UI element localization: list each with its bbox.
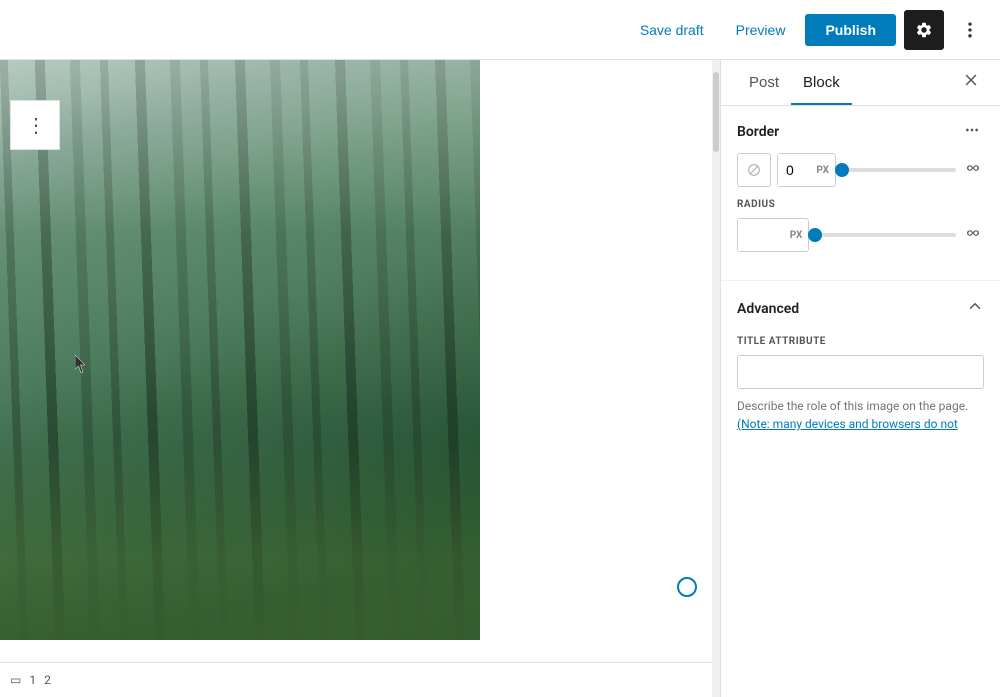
save-draft-button[interactable]: Save draft	[628, 16, 716, 44]
sidebar-tabs: Post Block	[721, 60, 1000, 106]
forest-image	[0, 60, 480, 640]
sidebar-scroll-thumb[interactable]	[713, 72, 719, 152]
border-slider-track[interactable]	[842, 168, 956, 172]
bottom-bar-num2: 2	[44, 673, 51, 687]
border-value-input-wrap[interactable]: 0 PX	[777, 153, 836, 187]
tab-block[interactable]: Block	[791, 60, 852, 105]
editor-bottom-bar: ▭ 1 2	[0, 662, 712, 697]
title-attribute-label: TITLE ATTRIBUTE	[737, 336, 984, 347]
border-unit-label: PX	[810, 165, 835, 176]
radius-link-button[interactable]	[962, 222, 984, 249]
bottom-bar-icon: ▭	[10, 673, 21, 687]
border-style-button[interactable]	[737, 153, 771, 187]
gear-icon	[915, 21, 933, 39]
image-resize-handle[interactable]	[677, 577, 697, 597]
border-slider[interactable]	[842, 168, 956, 172]
title-attribute-input[interactable]	[737, 355, 984, 389]
radius-row: PX	[737, 218, 984, 252]
sidebar-close-button[interactable]	[958, 67, 984, 98]
border-section-title: Border	[737, 124, 779, 140]
advanced-collapse-button[interactable]	[966, 297, 984, 320]
help-link[interactable]: (Note: many devices and browsers do not	[737, 417, 958, 431]
border-more-button[interactable]	[960, 122, 984, 141]
radius-unit-label: PX	[784, 230, 809, 241]
border-section: Border 0 PX	[721, 106, 1000, 281]
toolbar: Save draft Preview Publish	[0, 0, 1000, 60]
sidebar-scrollbar[interactable]	[712, 60, 720, 697]
advanced-section-header: Advanced	[737, 297, 984, 320]
bottom-bar-num1: 1	[29, 673, 36, 687]
more-options-icon	[964, 122, 980, 138]
radius-slider[interactable]	[815, 233, 956, 237]
main-content: ⋮ ▭ 1 2 Post Block	[0, 60, 1000, 697]
radius-slider-thumb[interactable]	[808, 228, 822, 242]
radius-value-input[interactable]	[738, 219, 784, 251]
chevron-up-icon	[966, 297, 984, 315]
radius-label: RADIUS	[737, 199, 984, 210]
close-icon	[962, 71, 980, 89]
border-width-row: 0 PX	[737, 153, 984, 187]
settings-button[interactable]	[904, 10, 944, 50]
block-drag-icon: ⋮	[26, 113, 44, 137]
more-options-icon	[960, 20, 980, 40]
publish-button[interactable]: Publish	[805, 14, 896, 46]
link-icon	[964, 224, 982, 242]
link-icon	[964, 159, 982, 177]
radius-input-wrap[interactable]: PX	[737, 218, 809, 252]
advanced-section-title: Advanced	[737, 301, 799, 317]
no-border-icon	[746, 162, 762, 178]
more-options-button[interactable]	[952, 16, 988, 44]
border-value-input[interactable]: 0	[778, 154, 810, 186]
sidebar-panel: Post Block Border	[720, 60, 1000, 697]
help-text: Describe the role of this image on the p…	[737, 397, 984, 433]
radius-slider-track[interactable]	[815, 233, 956, 237]
preview-button[interactable]: Preview	[724, 16, 798, 44]
border-section-header: Border	[737, 122, 984, 141]
border-slider-thumb[interactable]	[835, 163, 849, 177]
border-link-button[interactable]	[962, 157, 984, 184]
tab-post[interactable]: Post	[737, 60, 791, 105]
advanced-section: Advanced TITLE ATTRIBUTE Describe the ro…	[721, 281, 1000, 449]
block-handle[interactable]: ⋮	[10, 100, 60, 150]
editor-area: ⋮ ▭ 1 2	[0, 60, 712, 697]
